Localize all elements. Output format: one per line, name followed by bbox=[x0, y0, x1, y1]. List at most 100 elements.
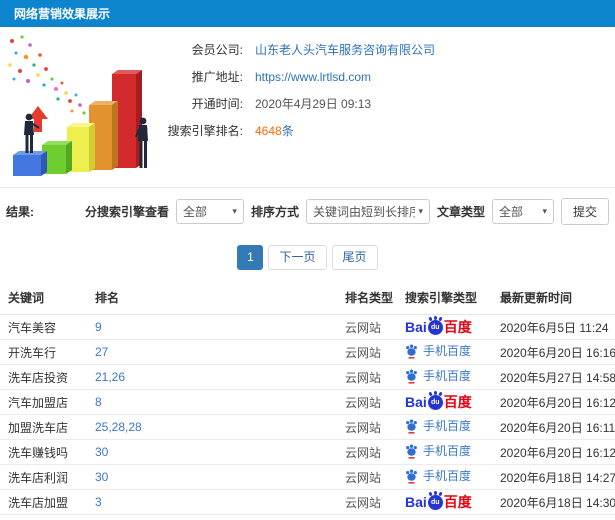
rank-cell: 25,28,28 bbox=[87, 414, 337, 440]
paw-toe-dot bbox=[438, 491, 443, 497]
pagination: 1 下一页 尾页 bbox=[0, 234, 615, 279]
engine-cell: Bai du 百度 bbox=[397, 489, 492, 515]
engine-cell: 手机百度 bbox=[397, 364, 492, 390]
info-field-label: 推广地址: bbox=[191, 70, 243, 84]
engine-select[interactable]: 全部 ▾ bbox=[175, 198, 244, 224]
engine-cell: Bai du 百度 bbox=[397, 314, 492, 340]
rank-type-cell: 云网站 bbox=[337, 464, 397, 490]
keyword-cell: 洗车店利润 bbox=[0, 464, 87, 490]
paw-toe-dot bbox=[428, 491, 433, 497]
chevron-down-icon: ▾ bbox=[232, 205, 237, 216]
mobile-baidu-paw-icon bbox=[405, 443, 418, 459]
mobile-baidu-logo: 手机百度 bbox=[405, 467, 471, 484]
sort-filter-label: 排序方式 bbox=[250, 204, 299, 219]
keyword-cell: 汽车美容 bbox=[0, 314, 87, 340]
updated-cell: 2020年6月20日 16:12 bbox=[492, 439, 615, 465]
rank-cell: 9 bbox=[87, 314, 337, 340]
baidu-logo-du: du bbox=[431, 499, 440, 507]
engine-cell: 手机百度 bbox=[397, 414, 492, 440]
filter-controls: 分搜索引擎查看 全部 ▾ 排序方式 关键词由短到长排序 ▾ 文章类型 全部 ▾ … bbox=[84, 197, 609, 225]
info-field-label: 搜索引擎排名: bbox=[167, 124, 243, 138]
keyword-cell: 开洗车行 bbox=[0, 339, 87, 365]
baidu-logo: Bai du 百度 bbox=[405, 391, 472, 411]
keyword-cell: 加盟洗车店 bbox=[0, 414, 87, 440]
info-field-row: 搜索引擎排名: 4648条 bbox=[125, 122, 435, 138]
engine-cell: 手机百度 bbox=[397, 464, 492, 490]
paw-toe-dot bbox=[428, 391, 433, 397]
mobile-baidu-paw-icon bbox=[405, 368, 418, 384]
filter-bar: 结果: 分搜索引擎查看 全部 ▾ 排序方式 关键词由短到长排序 ▾ 文章类型 全… bbox=[0, 187, 615, 234]
mobile-baidu-label: 手机百度 bbox=[423, 444, 472, 459]
keyword-cell: 洗车店加盟 bbox=[0, 489, 87, 515]
rank-cell: 3 bbox=[87, 489, 337, 515]
updated-cell: 2020年6月20日 16:16 bbox=[492, 339, 615, 365]
column-header: 搜索引擎类型 bbox=[397, 279, 492, 315]
table-row: 加盟洗车店 25,28,28 云网站 手机百度 2020年6月20日 16:11 bbox=[0, 414, 615, 440]
chevron-down-icon: ▾ bbox=[542, 205, 547, 216]
rank-type-cell: 云网站 bbox=[337, 414, 397, 440]
info-field-suffix: 条 bbox=[281, 124, 294, 138]
sort-select-value: 关键词由短到长排序 bbox=[312, 204, 416, 219]
article-select-value: 全部 bbox=[498, 204, 523, 219]
sort-select[interactable]: 关键词由短到长排序 ▾ bbox=[305, 198, 430, 224]
table-header-row: 关键词 排名 排名类型 搜索引擎类型 最新更新时间 bbox=[0, 279, 615, 315]
mobile-baidu-logo: 手机百度 bbox=[405, 342, 471, 359]
keyword-cell: 洗车店投资 bbox=[0, 364, 87, 390]
info-fields: 会员公司: 山东老人头汽车服务咨询有限公司 推广地址: https://www.lrt… bbox=[125, 41, 435, 149]
info-field-label: 开通时间: bbox=[191, 97, 243, 111]
info-field-value[interactable]: https://www.lrtlsd.com bbox=[255, 70, 371, 84]
updated-cell: 2020年5月27日 14:58 bbox=[492, 364, 615, 390]
info-field-value: 2020年4月29日 09:13 bbox=[255, 97, 372, 111]
baidu-logo-cn: 百度 bbox=[443, 318, 472, 335]
paw-toe-dot bbox=[433, 316, 437, 321]
baidu-paw-icon: du bbox=[427, 316, 443, 336]
updated-cell: 2020年6月20日 16:11 bbox=[492, 414, 615, 440]
table-row: 洗车店投资 21,26 云网站 手机百度 2020年5月27日 14:58 bbox=[0, 364, 615, 390]
table-row: 汽车美容 9 云网站 Bai du 百度 2020年6月5日 11:24 bbox=[0, 314, 615, 340]
article-type-select[interactable]: 全部 ▾ bbox=[491, 198, 554, 224]
mobile-baidu-logo: 手机百度 bbox=[405, 417, 471, 434]
engine-filter-label: 分搜索引擎查看 bbox=[84, 204, 169, 219]
paw-toe-dot bbox=[433, 391, 437, 396]
rank-cell: 21,26 bbox=[87, 364, 337, 390]
mobile-baidu-logo: 手机百度 bbox=[405, 367, 471, 384]
page-title: 网络营销效果展示 bbox=[14, 7, 111, 21]
engine-cell: Bai du 百度 bbox=[397, 389, 492, 415]
rank-type-cell: 云网站 bbox=[337, 314, 397, 340]
baidu-logo: Bai du 百度 bbox=[405, 491, 472, 511]
mobile-baidu-paw-icon bbox=[405, 468, 418, 484]
paw-toe-dot bbox=[438, 316, 443, 322]
rank-type-cell: 云网站 bbox=[337, 439, 397, 465]
last-page-button[interactable]: 尾页 bbox=[331, 245, 378, 270]
page-1-button[interactable]: 1 bbox=[237, 245, 264, 270]
table-row: 开洗车行 27 云网站 手机百度 2020年6月20日 16:16 bbox=[0, 339, 615, 365]
keyword-cell: 汽车加盟店 bbox=[0, 389, 87, 415]
info-field-value: 4648 bbox=[255, 124, 282, 138]
table-row: 洗车店加盟 3 云网站 Bai du 百度 2020年6月18日 14:30 bbox=[0, 489, 615, 515]
paw-toe-dot bbox=[428, 316, 433, 322]
baidu-logo-du: du bbox=[431, 324, 440, 332]
baidu-logo-cn: 百度 bbox=[443, 493, 472, 510]
rank-type-cell: 云网站 bbox=[337, 489, 397, 515]
column-header: 排名类型 bbox=[337, 279, 397, 315]
results-label: 结果: bbox=[6, 204, 34, 219]
paw-toe-dot bbox=[433, 491, 437, 496]
submit-button[interactable]: 提交 bbox=[560, 197, 609, 225]
mobile-baidu-label: 手机百度 bbox=[423, 369, 472, 384]
mobile-baidu-logo: 手机百度 bbox=[405, 442, 471, 459]
title-bar: 网络营销效果展示 bbox=[0, 0, 615, 27]
rank-cell: 8 bbox=[87, 389, 337, 415]
updated-cell: 2020年6月20日 16:12 bbox=[492, 389, 615, 415]
rank-cell: 27 bbox=[87, 339, 337, 365]
engine-select-value: 全部 bbox=[182, 204, 207, 219]
column-header: 关键词 bbox=[0, 279, 87, 315]
updated-cell: 2020年6月5日 11:24 bbox=[492, 314, 615, 340]
info-field-value[interactable]: 山东老人头汽车服务咨询有限公司 bbox=[255, 43, 435, 57]
mobile-baidu-paw-icon bbox=[405, 343, 418, 359]
baidu-paw-icon: du bbox=[427, 491, 443, 511]
rank-type-cell: 云网站 bbox=[337, 364, 397, 390]
column-header: 最新更新时间 bbox=[492, 279, 615, 315]
table-row: 洗车店利润 30 云网站 手机百度 2020年6月18日 14:27 bbox=[0, 464, 615, 490]
mobile-baidu-label: 手机百度 bbox=[423, 419, 472, 434]
next-page-button[interactable]: 下一页 bbox=[268, 245, 327, 270]
